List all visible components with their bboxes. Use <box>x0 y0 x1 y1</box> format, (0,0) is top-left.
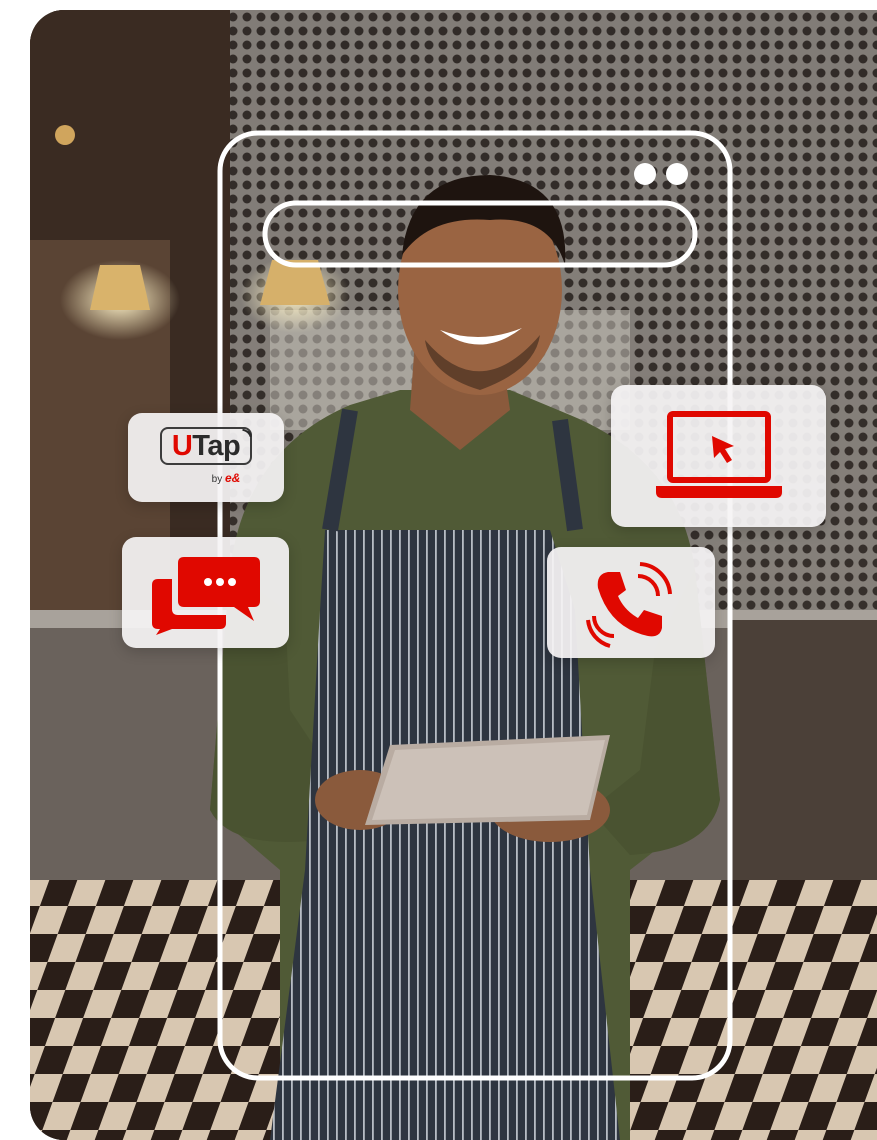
utap-by-text: by <box>211 473 223 485</box>
contactless-waves-icon <box>242 428 253 437</box>
utap-logo-u: U <box>171 429 193 462</box>
chat-badge-card <box>122 537 289 648</box>
laptop-cursor-icon <box>655 411 782 498</box>
utap-logo: U Tap <box>159 426 253 465</box>
laptop-badge-card <box>611 385 826 527</box>
phone-call-icon <box>586 561 672 648</box>
chat-bubbles-icon <box>151 556 260 635</box>
phone-badge-card <box>547 547 715 658</box>
utap-byline: by e& <box>212 471 241 485</box>
utap-badge-card: U Tap by e& <box>128 413 284 502</box>
eand-logo: e& <box>225 470 241 485</box>
utap-logo-tap: Tap <box>192 429 241 462</box>
